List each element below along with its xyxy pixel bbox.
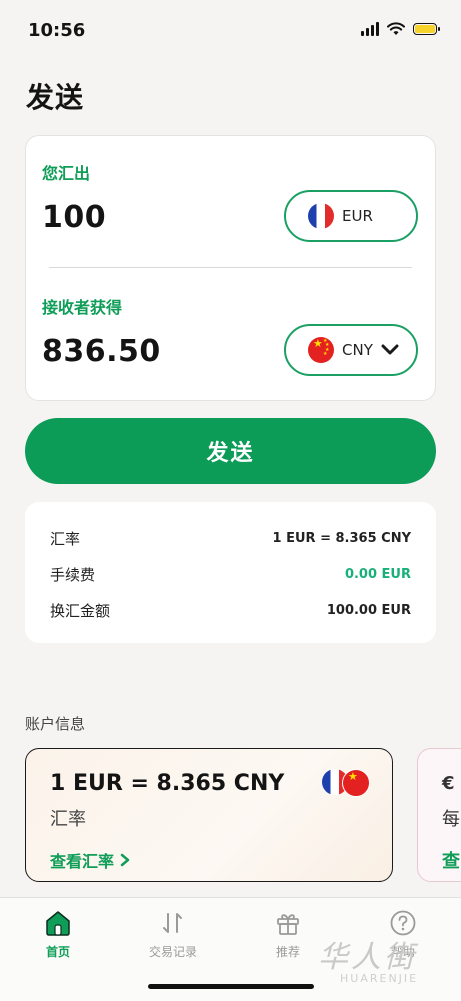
summary-label: 手续费 xyxy=(50,566,96,584)
status-time: 10:56 xyxy=(28,20,86,41)
receive-currency-selector[interactable]: ★ ★ ★ ★ ★ CNY xyxy=(284,324,418,376)
summary-label: 汇率 xyxy=(50,530,81,548)
peek-line: 查 xyxy=(442,851,460,872)
page-title: 发送 xyxy=(26,81,85,114)
home-indicator xyxy=(148,984,314,989)
send-currency-selector[interactable]: EUR xyxy=(284,190,418,242)
receive-amount-label: 接收者获得 xyxy=(42,298,123,317)
tab-home[interactable]: 首页 xyxy=(13,908,103,960)
chevron-down-icon xyxy=(381,344,399,355)
peek-line: € xyxy=(442,773,455,794)
watermark-logo: 华人街 xyxy=(318,940,417,975)
account-section-title: 账户信息 xyxy=(25,715,86,733)
tab-label: 首页 xyxy=(45,945,70,959)
status-icons xyxy=(361,22,440,36)
home-icon xyxy=(43,908,73,938)
converter-divider xyxy=(49,267,412,268)
send-button[interactable]: 发送 xyxy=(25,418,436,484)
wifi-icon xyxy=(387,22,405,35)
summary-value: 0.00 EUR xyxy=(344,567,411,582)
currency-pair-flags: ★ xyxy=(322,769,370,797)
send-amount-label: 您汇出 xyxy=(42,164,91,183)
send-amount-input[interactable]: 100 xyxy=(42,200,106,235)
chevron-right-icon xyxy=(120,853,130,867)
gift-icon xyxy=(273,908,303,938)
battery-icon xyxy=(413,23,440,35)
exchange-summary-card: 汇率 1 EUR = 8.365 CNY 手续费 0.00 EUR 换汇金额 1… xyxy=(25,502,436,643)
tab-label: 推荐 xyxy=(275,945,300,959)
next-card-peek[interactable]: € 每 查 xyxy=(417,748,461,882)
rate-card-label: 汇率 xyxy=(50,809,86,830)
summary-row-rate: 汇率 1 EUR = 8.365 CNY xyxy=(50,528,411,549)
cellular-signal-icon xyxy=(361,22,379,36)
france-flag-icon xyxy=(308,203,334,229)
summary-label: 换汇金额 xyxy=(50,602,111,620)
transactions-icon xyxy=(158,908,188,938)
rate-card-rate: 1 EUR = 8.365 CNY xyxy=(50,771,285,796)
summary-value: 100.00 EUR xyxy=(326,603,411,618)
watermark-subtext: HUARENJIE xyxy=(340,972,419,985)
tab-transactions[interactable]: 交易记录 xyxy=(128,908,218,960)
summary-row-fee: 手续费 0.00 EUR xyxy=(50,564,411,585)
tab-label: 交易记录 xyxy=(148,945,197,959)
receive-currency-code: CNY xyxy=(342,341,373,359)
peek-line: 每 xyxy=(442,809,460,830)
view-rate-link-label: 查看汇率 xyxy=(50,852,115,871)
summary-value: 1 EUR = 8.365 CNY xyxy=(272,531,411,546)
receive-amount-input[interactable]: 836.50 xyxy=(42,334,161,369)
view-rate-link[interactable]: 查看汇率 xyxy=(50,848,130,872)
send-currency-code: EUR xyxy=(342,207,373,225)
summary-row-amount: 换汇金额 100.00 EUR xyxy=(50,600,411,621)
china-flag-icon: ★ xyxy=(342,769,370,797)
rate-card[interactable]: 1 EUR = 8.365 CNY 汇率 查看汇率 ★ xyxy=(25,748,393,882)
china-flag-icon: ★ ★ ★ ★ ★ xyxy=(308,337,334,363)
